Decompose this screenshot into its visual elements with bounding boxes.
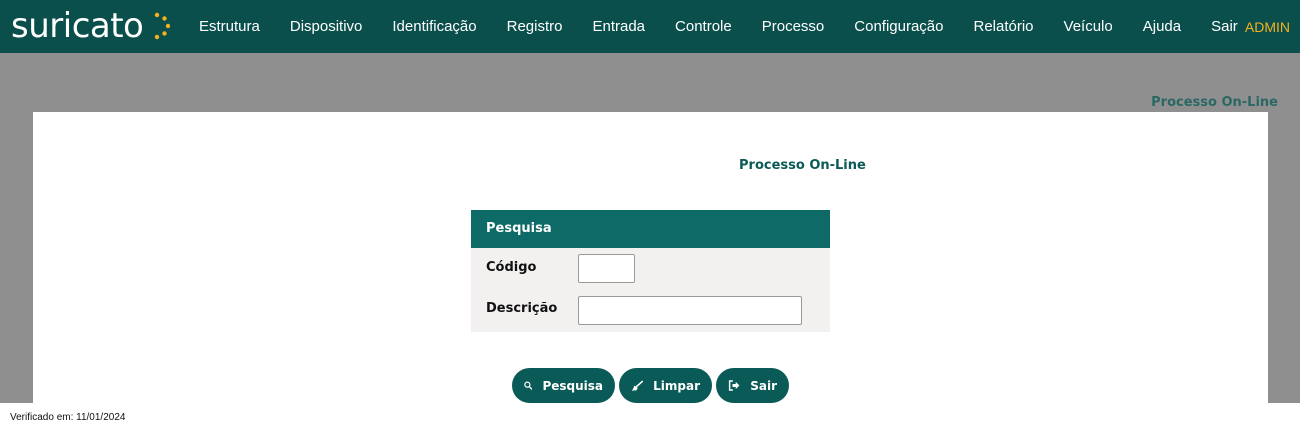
search-icon	[524, 381, 533, 390]
top-navigation-bar: suricato Estrutura Dispositivo Identific…	[0, 0, 1300, 53]
action-buttons: Pesquisa Limpar Sair	[512, 368, 789, 403]
verified-date: Verificado em: 11/01/2024	[10, 412, 126, 423]
logo-dots-icon	[154, 12, 171, 40]
descricao-input[interactable]	[578, 296, 802, 325]
menu-item-processo[interactable]: Processo	[747, 18, 840, 35]
menu-item-registro[interactable]: Registro	[492, 18, 578, 35]
sair-button-label: Sair	[750, 378, 777, 393]
menu-item-controle[interactable]: Controle	[660, 18, 747, 35]
menu-item-configuracao[interactable]: Configuração	[839, 18, 958, 35]
content-panel: Processo On-Line Pesquisa Código Descriç…	[33, 112, 1268, 403]
pesquisa-button[interactable]: Pesquisa	[512, 368, 615, 403]
menu-item-relatorio[interactable]: Relatório	[959, 18, 1049, 35]
limpar-button[interactable]: Limpar	[619, 368, 712, 403]
menu-item-dispositivo[interactable]: Dispositivo	[275, 18, 378, 35]
limpar-button-label: Limpar	[653, 378, 700, 393]
content-backdrop: Processo On-Line Processo On-Line Pesqui…	[0, 53, 1300, 403]
menu-item-identificacao[interactable]: Identificação	[377, 18, 491, 35]
search-form-header: Pesquisa	[471, 210, 830, 248]
user-name[interactable]: ADMIN	[1245, 0, 1290, 53]
page-heading: Processo On-Line	[1151, 95, 1278, 110]
logo-text: suricato	[11, 6, 144, 46]
menu-item-veiculo[interactable]: Veículo	[1049, 18, 1128, 35]
menu-item-ajuda[interactable]: Ajuda	[1128, 18, 1196, 35]
descricao-label: Descrição	[486, 301, 558, 316]
main-menu: Estrutura Dispositivo Identificação Regi…	[184, 0, 1253, 53]
panel-title: Processo On-Line	[739, 158, 866, 173]
codigo-label: Código	[486, 260, 537, 275]
sign-out-icon	[728, 380, 740, 391]
pesquisa-button-label: Pesquisa	[542, 378, 603, 393]
sair-button[interactable]: Sair	[716, 368, 789, 403]
menu-item-entrada[interactable]: Entrada	[577, 18, 660, 35]
search-form: Pesquisa Código Descrição	[471, 210, 830, 332]
codigo-input[interactable]	[578, 254, 635, 283]
broom-icon	[631, 380, 644, 391]
menu-item-estrutura[interactable]: Estrutura	[184, 18, 275, 35]
